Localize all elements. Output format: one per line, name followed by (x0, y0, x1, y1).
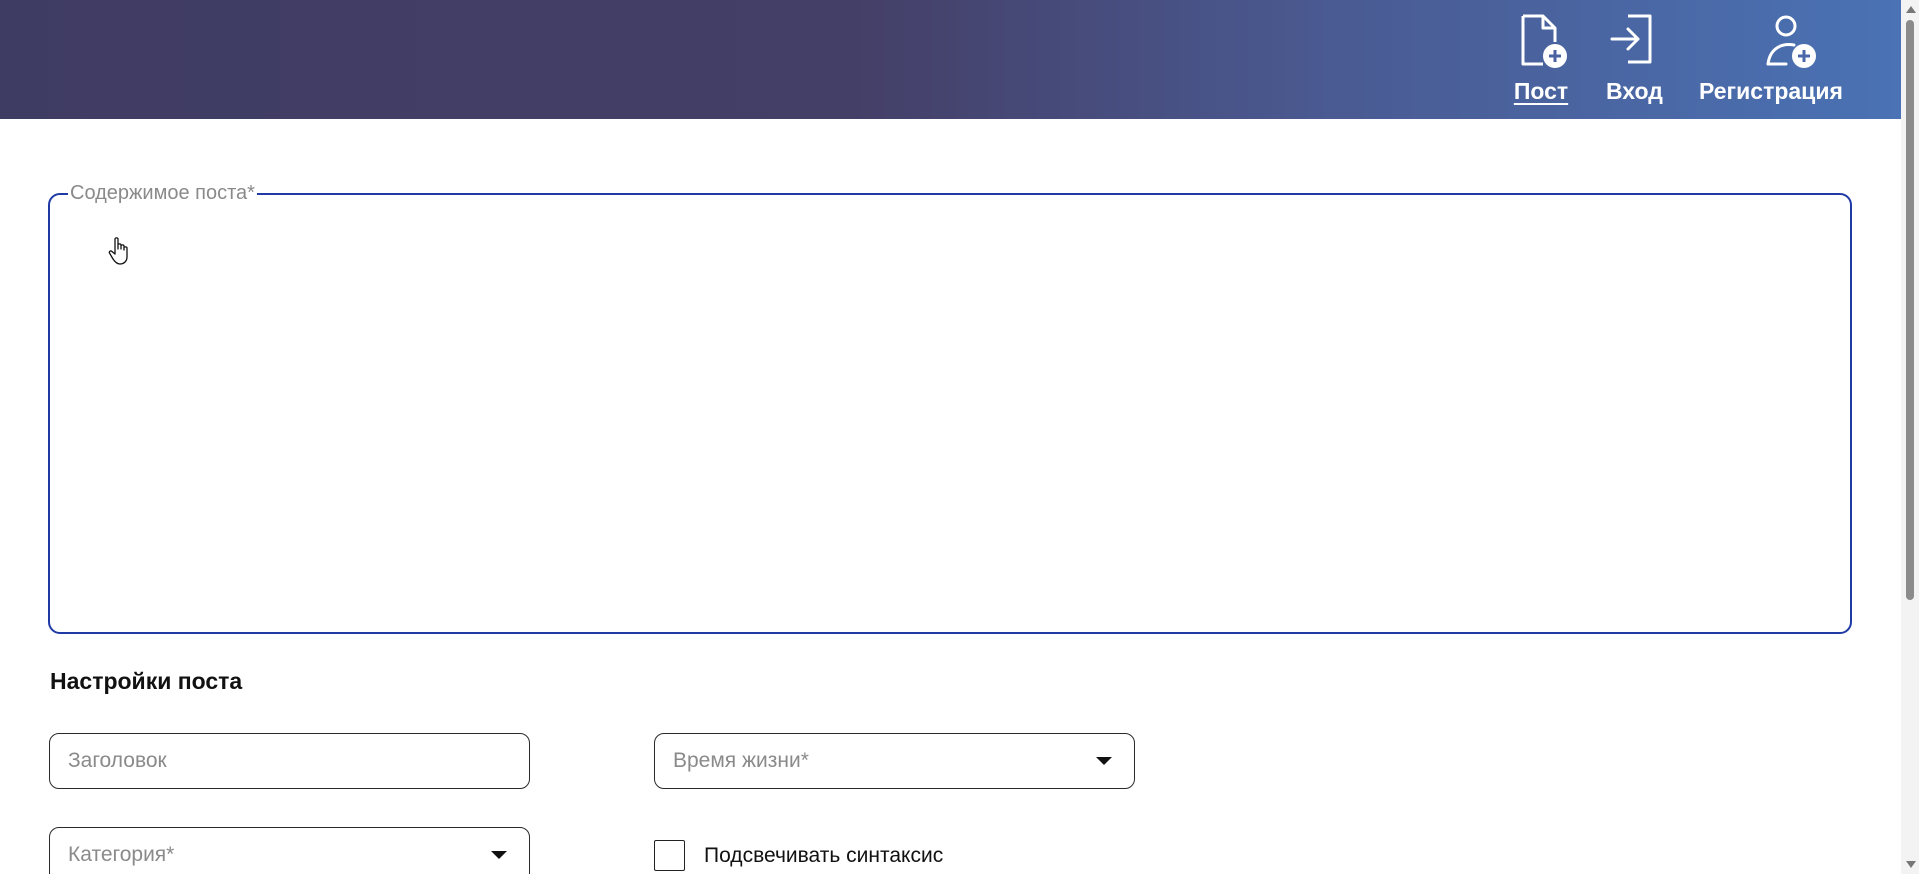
file-plus-icon (1521, 14, 1567, 68)
nav-login-label: Вход (1606, 78, 1663, 104)
post-content-legend: Содержимое поста* (68, 182, 257, 205)
post-content-textarea[interactable] (64, 215, 1836, 618)
syntax-highlight-label: Подсвечивать синтаксис (704, 843, 944, 867)
nav-post-label: Пост (1513, 78, 1569, 104)
category-placeholder: Категория* (68, 843, 175, 866)
page-scrollbar[interactable] (1901, 0, 1919, 874)
scroll-thumb[interactable] (1906, 20, 1914, 600)
category-select[interactable]: Категория* (49, 827, 530, 874)
login-icon (1610, 14, 1652, 64)
syntax-highlight-checkbox[interactable] (654, 840, 685, 871)
lifetime-select[interactable]: Время жизни* (654, 733, 1135, 789)
lifetime-placeholder: Время жизни* (673, 749, 809, 772)
nav-login[interactable]: Вход (1606, 12, 1663, 105)
chevron-down-icon (491, 851, 507, 859)
chevron-down-icon (1096, 757, 1112, 765)
title-field[interactable] (49, 733, 530, 789)
syntax-highlight-option[interactable]: Подсвечивать синтаксис (654, 840, 943, 871)
nav-register[interactable]: Регистрация (1699, 12, 1843, 105)
user-plus-icon (1766, 15, 1816, 68)
nav-post[interactable]: Пост (1513, 12, 1569, 105)
nav-register-label: Регистрация (1699, 78, 1843, 104)
scroll-down-arrow-icon[interactable] (1906, 861, 1916, 868)
hand-cursor-icon (108, 237, 128, 265)
scroll-up-arrow-icon[interactable] (1906, 6, 1916, 13)
post-settings-title: Настройки поста (50, 668, 243, 694)
post-content-field[interactable]: Содержимое поста* (48, 182, 1852, 634)
title-input[interactable] (68, 749, 511, 773)
top-header: Пост Вход Регистрация (0, 0, 1901, 119)
